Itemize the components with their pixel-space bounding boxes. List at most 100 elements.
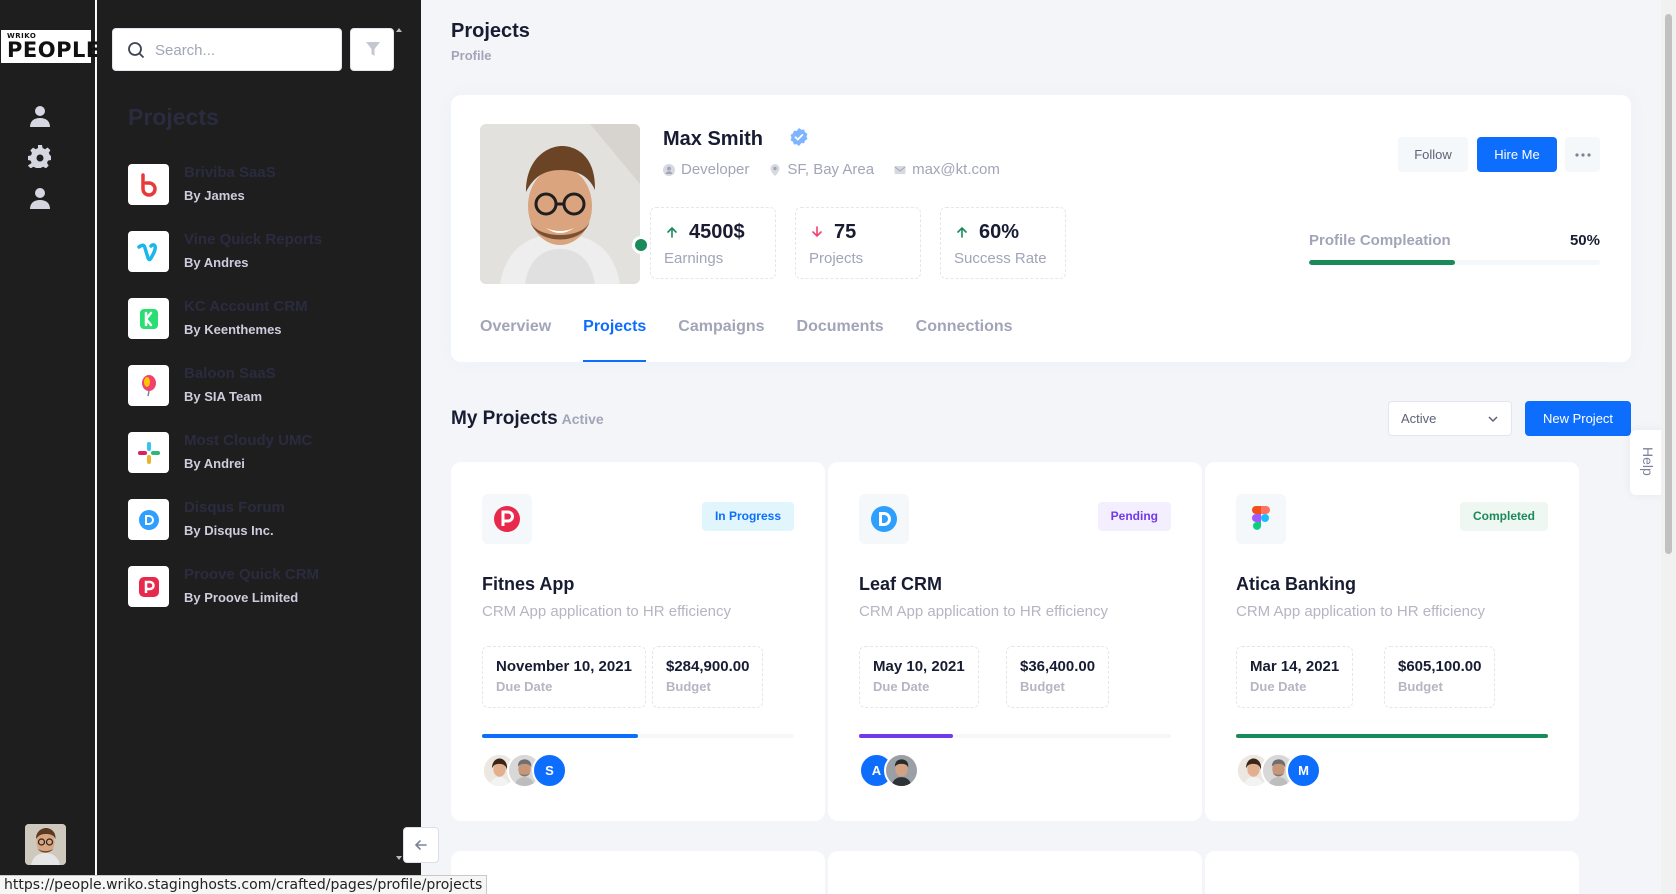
aside-project-item[interactable]: Disqus Forum By Disqus Inc. <box>128 499 398 566</box>
due-date-box: November 10, 2021 Due Date <box>482 646 646 708</box>
proove-logo-icon <box>482 494 532 544</box>
aside-project-item[interactable]: Briviba SaaS By James <box>128 164 398 231</box>
project-card-next[interactable] <box>451 851 825 894</box>
email-meta[interactable]: max@kt.com <box>894 161 1000 178</box>
project-card[interactable]: In Progress Fitnes App CRM App applicati… <box>451 462 825 821</box>
project-progress-fill <box>1236 734 1548 738</box>
user-icon[interactable] <box>28 104 52 128</box>
project-card-next[interactable] <box>1205 851 1579 894</box>
aside-heading: Projects <box>128 104 219 130</box>
stat-success-rate: 60% Success Rate <box>940 207 1066 279</box>
budget-box: $605,100.00 Budget <box>1384 646 1496 708</box>
aside-project-item[interactable]: KC Account CRM By Keenthemes <box>128 298 398 365</box>
main-content: Projects Profile Max Smith Developer SF,… <box>421 0 1661 894</box>
breadcrumb[interactable]: Profile <box>451 48 491 63</box>
project-progress-bar <box>859 734 1171 738</box>
aside-project-item[interactable]: Vine Quick Reports By Andres <box>128 231 398 298</box>
aside-project-name: Briviba SaaS <box>184 164 276 181</box>
hire-me-button[interactable]: Hire Me <box>1477 137 1557 172</box>
budget-value: $284,900.00 <box>666 658 750 675</box>
budget-value: $605,100.00 <box>1398 658 1482 675</box>
stat-label: Projects <box>809 250 864 267</box>
stat-projects: 75 Projects <box>795 207 921 279</box>
stat-earnings: 4500$ Earnings <box>650 207 776 279</box>
aside-project-item[interactable]: Most Cloudy UMC By Andrei <box>128 432 398 499</box>
status-badge: Pending <box>1097 502 1171 531</box>
aside-project-name: Most Cloudy UMC <box>184 432 313 449</box>
team-avatar-letter[interactable]: M <box>1286 753 1321 788</box>
search-box <box>112 28 342 71</box>
status-filter-value: Active <box>1401 411 1437 426</box>
tab-projects[interactable]: Projects <box>583 310 647 362</box>
briviba-logo-icon <box>128 164 169 205</box>
user-name[interactable]: Max Smith <box>663 128 763 151</box>
my-projects-heading: My Projects Active <box>451 408 604 430</box>
project-title[interactable]: Leaf CRM <box>859 574 942 595</box>
project-title[interactable]: Atica Banking <box>1236 574 1356 595</box>
location-meta[interactable]: SF, Bay Area <box>769 161 874 178</box>
aside-project-item[interactable]: Baloon SaaS By SIA Team <box>128 365 398 432</box>
project-description: CRM App application to HR efficiency <box>1236 603 1486 620</box>
balloon-logo-icon <box>128 365 169 406</box>
profile-tabs: Overview Projects Campaigns Documents Co… <box>480 310 1013 362</box>
project-title[interactable]: Fitnes App <box>482 574 574 595</box>
user-email: max@kt.com <box>912 161 1000 178</box>
profile-completion-fill <box>1309 260 1455 265</box>
wriko-people-logo[interactable]: WRIKO PEOPLE <box>1 30 100 63</box>
project-progress-bar <box>482 734 794 738</box>
budget-value: $36,400.00 <box>1020 658 1096 675</box>
projects-sidebar: Projects Briviba SaaS By James Vine Quic… <box>97 0 421 894</box>
budget-label: Budget <box>666 679 711 694</box>
filter-icon <box>366 42 380 56</box>
aside-project-author: By James <box>184 188 245 203</box>
disqus-logo-icon <box>128 499 169 540</box>
proove-logo-icon <box>128 566 169 607</box>
scrollbar-thumb[interactable] <box>1665 14 1672 554</box>
aside-project-author: By Andres <box>184 255 249 270</box>
new-project-button[interactable]: New Project <box>1525 401 1631 436</box>
user-location: SF, Bay Area <box>787 161 875 178</box>
user-circle-icon <box>663 163 675 176</box>
profile-photo <box>480 124 640 284</box>
due-date-box: May 10, 2021 Due Date <box>859 646 979 708</box>
tab-campaigns[interactable]: Campaigns <box>678 310 764 362</box>
project-card[interactable]: Pending Leaf CRM CRM App application to … <box>828 462 1202 821</box>
stat-label: Earnings <box>664 250 724 267</box>
scroll-down-arrow[interactable] <box>396 856 402 860</box>
arrow-up-icon <box>667 226 677 238</box>
page-scrollbar[interactable] <box>1661 0 1676 894</box>
project-card-next[interactable] <box>828 851 1202 894</box>
follow-button[interactable]: Follow <box>1398 137 1468 172</box>
scroll-up-arrow[interactable] <box>396 28 402 32</box>
search-input[interactable] <box>155 39 325 61</box>
user-avatar[interactable] <box>25 824 66 865</box>
profile-icon[interactable] <box>28 186 52 210</box>
gear-icon[interactable] <box>28 144 52 168</box>
project-card[interactable]: Completed Atica Banking CRM App applicat… <box>1205 462 1579 821</box>
profile-completion-label: Profile Compleation <box>1309 232 1451 249</box>
status-badge: In Progress <box>701 502 794 531</box>
tab-connections[interactable]: Connections <box>916 310 1013 362</box>
more-options-button[interactable] <box>1565 137 1600 172</box>
tab-overview[interactable]: Overview <box>480 310 551 362</box>
online-status-dot <box>632 236 650 254</box>
disqus-logo-icon <box>859 494 909 544</box>
arrow-up-icon <box>957 226 967 238</box>
budget-label: Budget <box>1020 679 1065 694</box>
profile-card: Max Smith Developer SF, Bay Area max@kt.… <box>451 95 1631 362</box>
tab-documents[interactable]: Documents <box>797 310 884 362</box>
aside-project-item[interactable]: Proove Quick CRM By Proove Limited <box>128 566 398 633</box>
status-filter-select[interactable]: Active <box>1388 401 1512 436</box>
team-avatar-letter[interactable]: S <box>532 753 567 788</box>
due-date-label: Due Date <box>1250 679 1307 694</box>
filter-button[interactable] <box>350 28 394 71</box>
link-status-bar: https://people.wriko.staginghosts.com/cr… <box>0 875 488 894</box>
budget-box: $36,400.00 Budget <box>1006 646 1110 708</box>
slack-logo-icon <box>128 432 169 473</box>
role-meta[interactable]: Developer <box>663 161 749 178</box>
help-label: Help <box>1640 447 1656 476</box>
due-date-value: November 10, 2021 <box>496 658 632 675</box>
due-date-label: Due Date <box>873 679 930 694</box>
team-avatar[interactable] <box>884 753 919 788</box>
status-badge: Completed <box>1459 502 1548 531</box>
